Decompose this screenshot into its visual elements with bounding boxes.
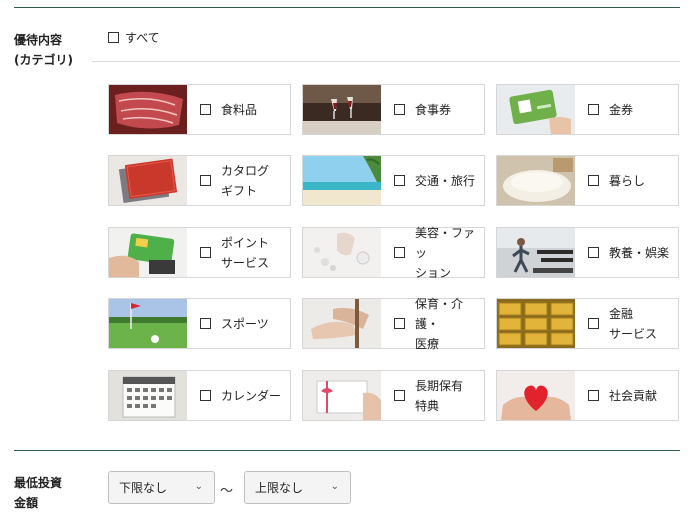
select-all-label: すべて	[125, 31, 160, 45]
category-section-label: 優待内容 (カテゴリ)	[14, 33, 73, 67]
beef-photo	[109, 85, 187, 134]
category-label: 金券	[609, 102, 634, 117]
gift-card-photo	[497, 85, 575, 134]
category-checkbox[interactable]	[200, 104, 211, 115]
category-label: スポーツ	[221, 316, 269, 331]
category-checkbox[interactable]	[200, 390, 211, 401]
category-tile[interactable]: 金融 サービス	[496, 298, 679, 349]
category-label: 長期保有 特典	[415, 378, 464, 413]
category-label: 食事券	[415, 102, 452, 117]
category-tile[interactable]: 保育・介護・ 医療	[302, 297, 485, 351]
category-label: 保育・介護・ 医療	[415, 296, 464, 351]
investment-section-label: 最低投資 金額	[14, 476, 63, 510]
category-label: 金融 サービス	[609, 306, 658, 341]
category-divider	[92, 61, 680, 62]
select-all-checkbox[interactable]: すべて	[108, 29, 160, 46]
category-tile[interactable]: 食料品	[108, 84, 291, 135]
top-divider	[14, 7, 680, 8]
category-checkbox[interactable]	[200, 247, 211, 258]
category-tile[interactable]: カタログ ギフト	[108, 155, 291, 206]
category-tile[interactable]: 金券	[496, 84, 679, 135]
min-amount-select[interactable]: 下限なし ⌄	[108, 471, 215, 504]
category-checkbox[interactable]	[394, 390, 405, 401]
catalog-photo	[109, 156, 187, 205]
category-checkbox[interactable]	[588, 104, 599, 115]
care-hands-photo	[303, 299, 381, 348]
category-label: 美容・ファッ ション	[415, 225, 476, 280]
category-tile[interactable]: 美容・ファッ ション	[302, 226, 485, 280]
category-label: 教養・娯楽	[609, 245, 670, 260]
category-label: カレンダー	[221, 388, 282, 403]
category-label: 交通・旅行	[415, 173, 476, 188]
category-tile[interactable]: 暮らし	[496, 155, 679, 206]
rice-photo	[497, 156, 575, 205]
category-checkbox[interactable]	[394, 247, 405, 258]
category-tile[interactable]: 社会貢献	[496, 370, 679, 421]
category-tile[interactable]: 長期保有 特典	[302, 370, 485, 421]
section-divider	[14, 450, 680, 451]
category-checkbox[interactable]	[588, 390, 599, 401]
category-checkbox[interactable]	[394, 318, 405, 329]
heart-hands-photo	[497, 371, 575, 420]
category-tile[interactable]: 交通・旅行	[302, 155, 485, 206]
category-label: カタログ ギフト	[221, 163, 270, 198]
category-tile[interactable]: スポーツ	[108, 298, 291, 349]
category-tile[interactable]: カレンダー	[108, 370, 291, 421]
category-tile[interactable]: 教養・娯楽	[496, 227, 679, 278]
category-checkbox[interactable]	[200, 318, 211, 329]
category-label: ポイント サービス	[221, 235, 270, 270]
category-checkbox[interactable]	[588, 318, 599, 329]
category-label: 食料品	[221, 102, 258, 117]
max-amount-select[interactable]: 上限なし ⌄	[244, 471, 351, 504]
category-tile[interactable]: ポイント サービス	[108, 227, 291, 278]
category-label: 暮らし	[609, 173, 646, 188]
category-checkbox[interactable]	[200, 175, 211, 186]
calendar-photo	[109, 371, 187, 420]
range-separator: ～	[220, 484, 234, 499]
category-checkbox[interactable]	[394, 175, 405, 186]
gift-envelope-photo	[303, 371, 381, 420]
gold-bars-photo	[497, 299, 575, 348]
point-card-photo	[109, 228, 187, 277]
category-checkbox[interactable]	[588, 175, 599, 186]
chevron-down-icon: ⌄	[194, 481, 203, 492]
category-tile[interactable]: 食事券	[302, 84, 485, 135]
beach-photo	[303, 156, 381, 205]
treadmill-photo	[497, 228, 575, 277]
category-checkbox[interactable]	[394, 104, 405, 115]
chevron-down-icon: ⌄	[330, 481, 339, 492]
category-checkbox[interactable]	[588, 247, 599, 258]
checkbox-box[interactable]	[108, 32, 119, 43]
wine-toast-photo	[303, 85, 381, 134]
golf-photo	[109, 299, 187, 348]
cosmetics-photo	[303, 228, 381, 277]
category-label: 社会貢献	[609, 388, 658, 403]
